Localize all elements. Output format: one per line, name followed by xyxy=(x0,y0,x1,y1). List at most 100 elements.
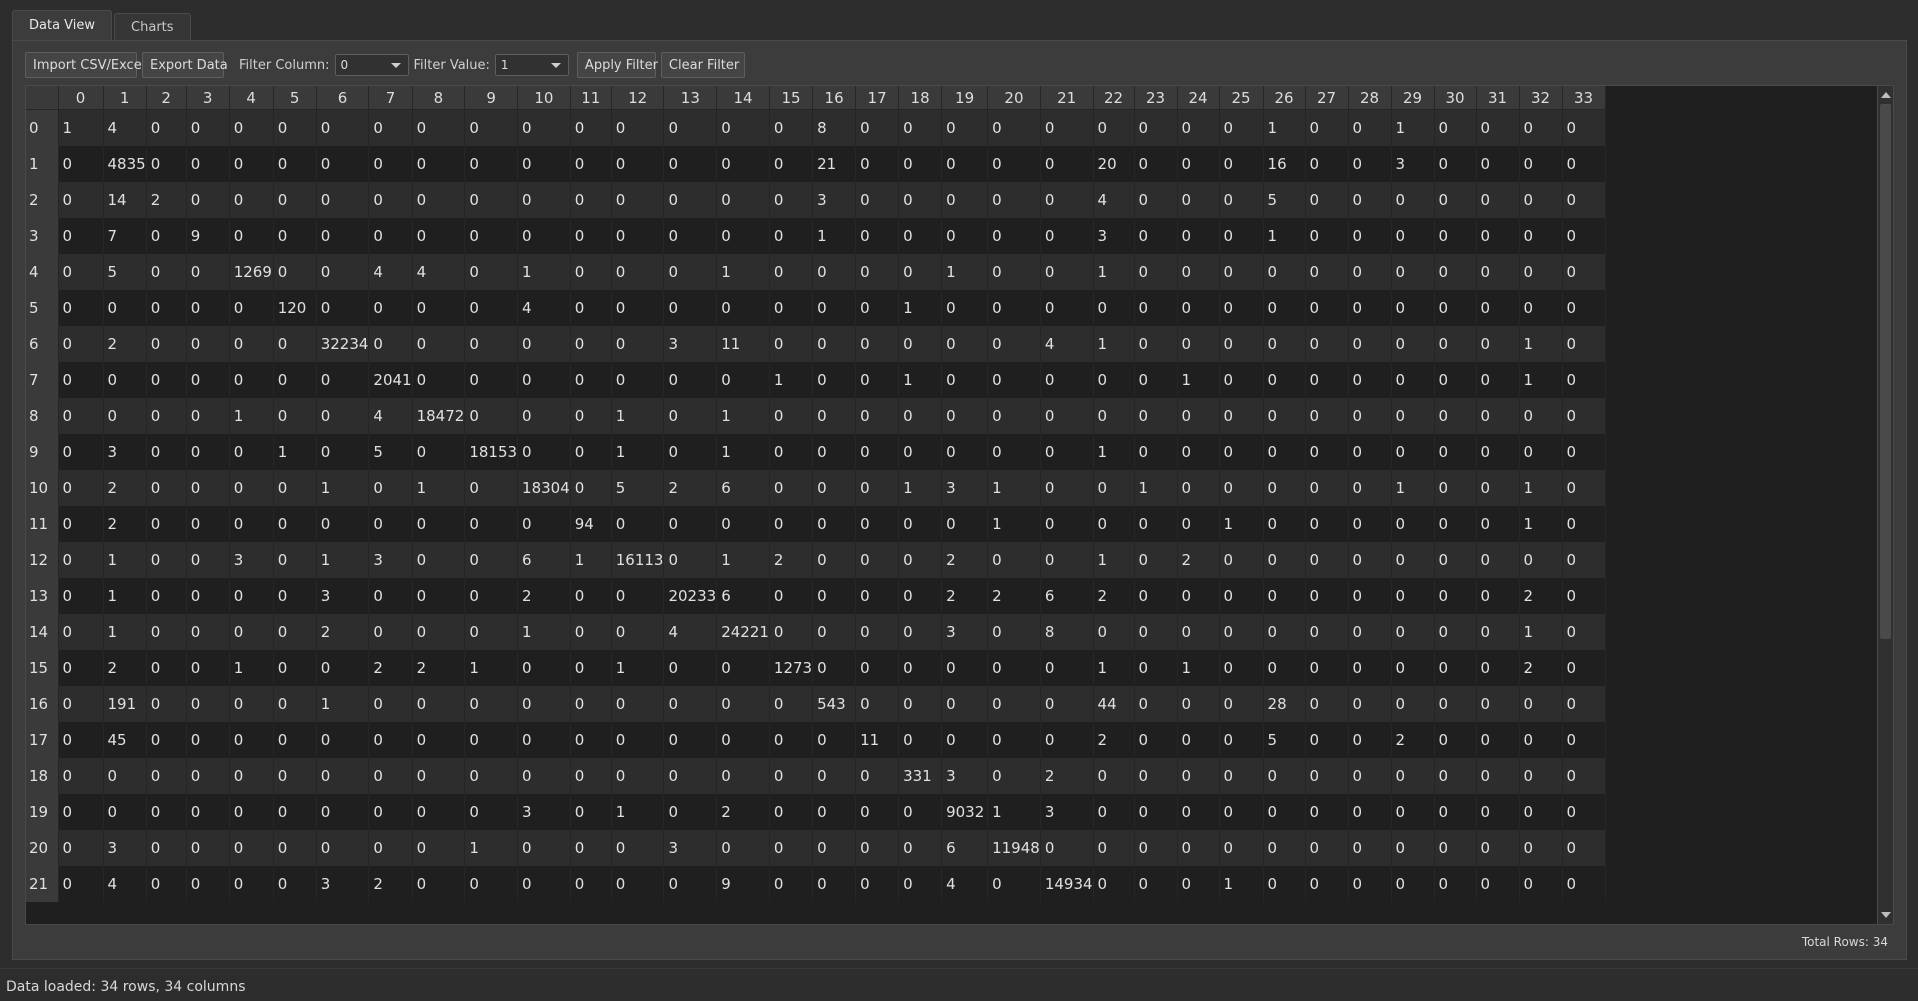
table-cell[interactable]: 1 xyxy=(812,218,857,254)
table-cell[interactable]: 2 xyxy=(716,794,770,830)
row-header[interactable]: 21 xyxy=(26,866,59,902)
table-cell[interactable]: 0 xyxy=(716,758,770,794)
table-cell[interactable]: 0 xyxy=(1177,398,1220,434)
table-cell[interactable]: 0 xyxy=(146,794,187,830)
table-cell[interactable]: 0 xyxy=(368,794,413,830)
table-cell[interactable]: 1 xyxy=(1391,470,1435,506)
row-header[interactable]: 11 xyxy=(26,506,59,542)
table-cell[interactable]: 0 xyxy=(316,362,370,398)
table-cell[interactable]: 0 xyxy=(229,578,274,614)
table-cell[interactable]: 0 xyxy=(1134,146,1178,182)
table-cell[interactable]: 3 xyxy=(941,614,989,650)
table-cell[interactable]: 2 xyxy=(769,542,814,578)
table-cell[interactable]: 0 xyxy=(464,722,519,758)
table-cell[interactable]: 0 xyxy=(1305,434,1349,470)
table-cell[interactable]: 3 xyxy=(103,434,147,470)
table-cell[interactable]: 0 xyxy=(1263,326,1306,362)
table-cell[interactable]: 0 xyxy=(855,362,900,398)
table-cell[interactable]: 0 xyxy=(1434,146,1477,182)
table-cell[interactable]: 0 xyxy=(769,326,814,362)
table-cell[interactable]: 0 xyxy=(229,758,274,794)
row-header[interactable]: 12 xyxy=(26,542,59,578)
table-cell[interactable]: 1 xyxy=(716,398,770,434)
table-cell[interactable]: 0 xyxy=(316,254,370,290)
table-cell[interactable]: 0 xyxy=(1134,434,1178,470)
table-cell[interactable]: 0 xyxy=(1391,290,1435,326)
table-cell[interactable]: 1 xyxy=(1093,650,1135,686)
table-cell[interactable]: 2 xyxy=(1519,578,1563,614)
table-cell[interactable]: 0 xyxy=(898,866,943,902)
table-cell[interactable]: 0 xyxy=(368,506,413,542)
table-cell[interactable]: 0 xyxy=(1519,686,1563,722)
table-cell[interactable]: 0 xyxy=(1305,830,1349,866)
table-cell[interactable]: 0 xyxy=(941,109,989,146)
table-cell[interactable]: 0 xyxy=(229,182,274,218)
table-cell[interactable]: 0 xyxy=(273,686,317,722)
table-cell[interactable]: 0 xyxy=(229,434,274,470)
table-cell[interactable]: 0 xyxy=(987,758,1041,794)
table-cell[interactable]: 0 xyxy=(1305,470,1349,506)
table-cell[interactable]: 0 xyxy=(570,686,612,722)
table-cell[interactable]: 0 xyxy=(1177,578,1220,614)
table-cell[interactable]: 0 xyxy=(412,794,466,830)
table-cell[interactable]: 0 xyxy=(1219,614,1264,650)
table-cell[interactable]: 0 xyxy=(273,362,317,398)
table-cell[interactable]: 0 xyxy=(1177,146,1220,182)
table-cell[interactable]: 0 xyxy=(1040,398,1094,434)
table-cell[interactable]: 0 xyxy=(146,218,187,254)
table-cell[interactable]: 0 xyxy=(146,686,187,722)
table-cell[interactable]: 0 xyxy=(146,434,187,470)
table-cell[interactable]: 0 xyxy=(464,398,519,434)
table-cell[interactable]: 0 xyxy=(1519,109,1563,146)
column-header[interactable]: 13 xyxy=(663,86,718,110)
column-header[interactable]: 25 xyxy=(1219,86,1264,110)
table-cell[interactable]: 0 xyxy=(1134,398,1178,434)
table-cell[interactable]: 0 xyxy=(570,866,612,902)
table-cell[interactable]: 0 xyxy=(570,758,612,794)
column-header[interactable]: 12 xyxy=(611,86,665,110)
row-header[interactable]: 5 xyxy=(26,290,59,326)
table-cell[interactable]: 0 xyxy=(855,146,900,182)
row-header[interactable]: 15 xyxy=(26,650,59,686)
table-cell[interactable]: 3 xyxy=(941,470,989,506)
table-cell[interactable]: 0 xyxy=(1434,866,1477,902)
table-cell[interactable]: 0 xyxy=(1305,758,1349,794)
column-header[interactable]: 6 xyxy=(316,86,370,110)
table-cell[interactable]: 0 xyxy=(273,722,317,758)
table-cell[interactable]: 0 xyxy=(1177,722,1220,758)
table-cell[interactable]: 0 xyxy=(103,794,147,830)
table-cell[interactable]: 0 xyxy=(663,218,718,254)
apply-filter-button[interactable]: Apply Filter xyxy=(576,52,658,78)
table-cell[interactable]: 0 xyxy=(229,830,274,866)
table-cell[interactable]: 24221 xyxy=(716,614,770,650)
table-cell[interactable]: 0 xyxy=(412,109,466,146)
table-cell[interactable]: 0 xyxy=(855,758,900,794)
table-cell[interactable]: 0 xyxy=(517,182,571,218)
table-cell[interactable]: 0 xyxy=(941,650,989,686)
table-cell[interactable]: 0 xyxy=(412,218,466,254)
table-cell[interactable]: 0 xyxy=(1434,506,1477,542)
table-cell[interactable]: 0 xyxy=(987,362,1041,398)
table-cell[interactable]: 0 xyxy=(855,794,900,830)
scroll-thumb[interactable] xyxy=(1880,104,1891,639)
table-cell[interactable]: 0 xyxy=(941,686,989,722)
table-cell[interactable]: 0 xyxy=(812,866,857,902)
table-cell[interactable]: 0 xyxy=(1434,182,1477,218)
table-cell[interactable]: 0 xyxy=(412,758,466,794)
table-cell[interactable]: 0 xyxy=(412,686,466,722)
table-cell[interactable]: 0 xyxy=(1134,650,1178,686)
table-cell[interactable]: 0 xyxy=(58,758,104,794)
table-cell[interactable]: 0 xyxy=(1562,362,1606,398)
table-cell[interactable]: 0 xyxy=(1040,722,1094,758)
table-cell[interactable]: 3 xyxy=(1391,146,1435,182)
table-cell[interactable]: 0 xyxy=(1562,722,1606,758)
table-cell[interactable]: 0 xyxy=(58,650,104,686)
table-cell[interactable]: 0 xyxy=(229,686,274,722)
table-cell[interactable]: 0 xyxy=(146,866,187,902)
table-cell[interactable]: 0 xyxy=(1263,434,1306,470)
table-cell[interactable]: 543 xyxy=(812,686,857,722)
table-cell[interactable]: 0 xyxy=(769,722,814,758)
table-cell[interactable]: 0 xyxy=(855,686,900,722)
table-cell[interactable]: 0 xyxy=(663,686,718,722)
table-cell[interactable]: 4 xyxy=(412,254,466,290)
